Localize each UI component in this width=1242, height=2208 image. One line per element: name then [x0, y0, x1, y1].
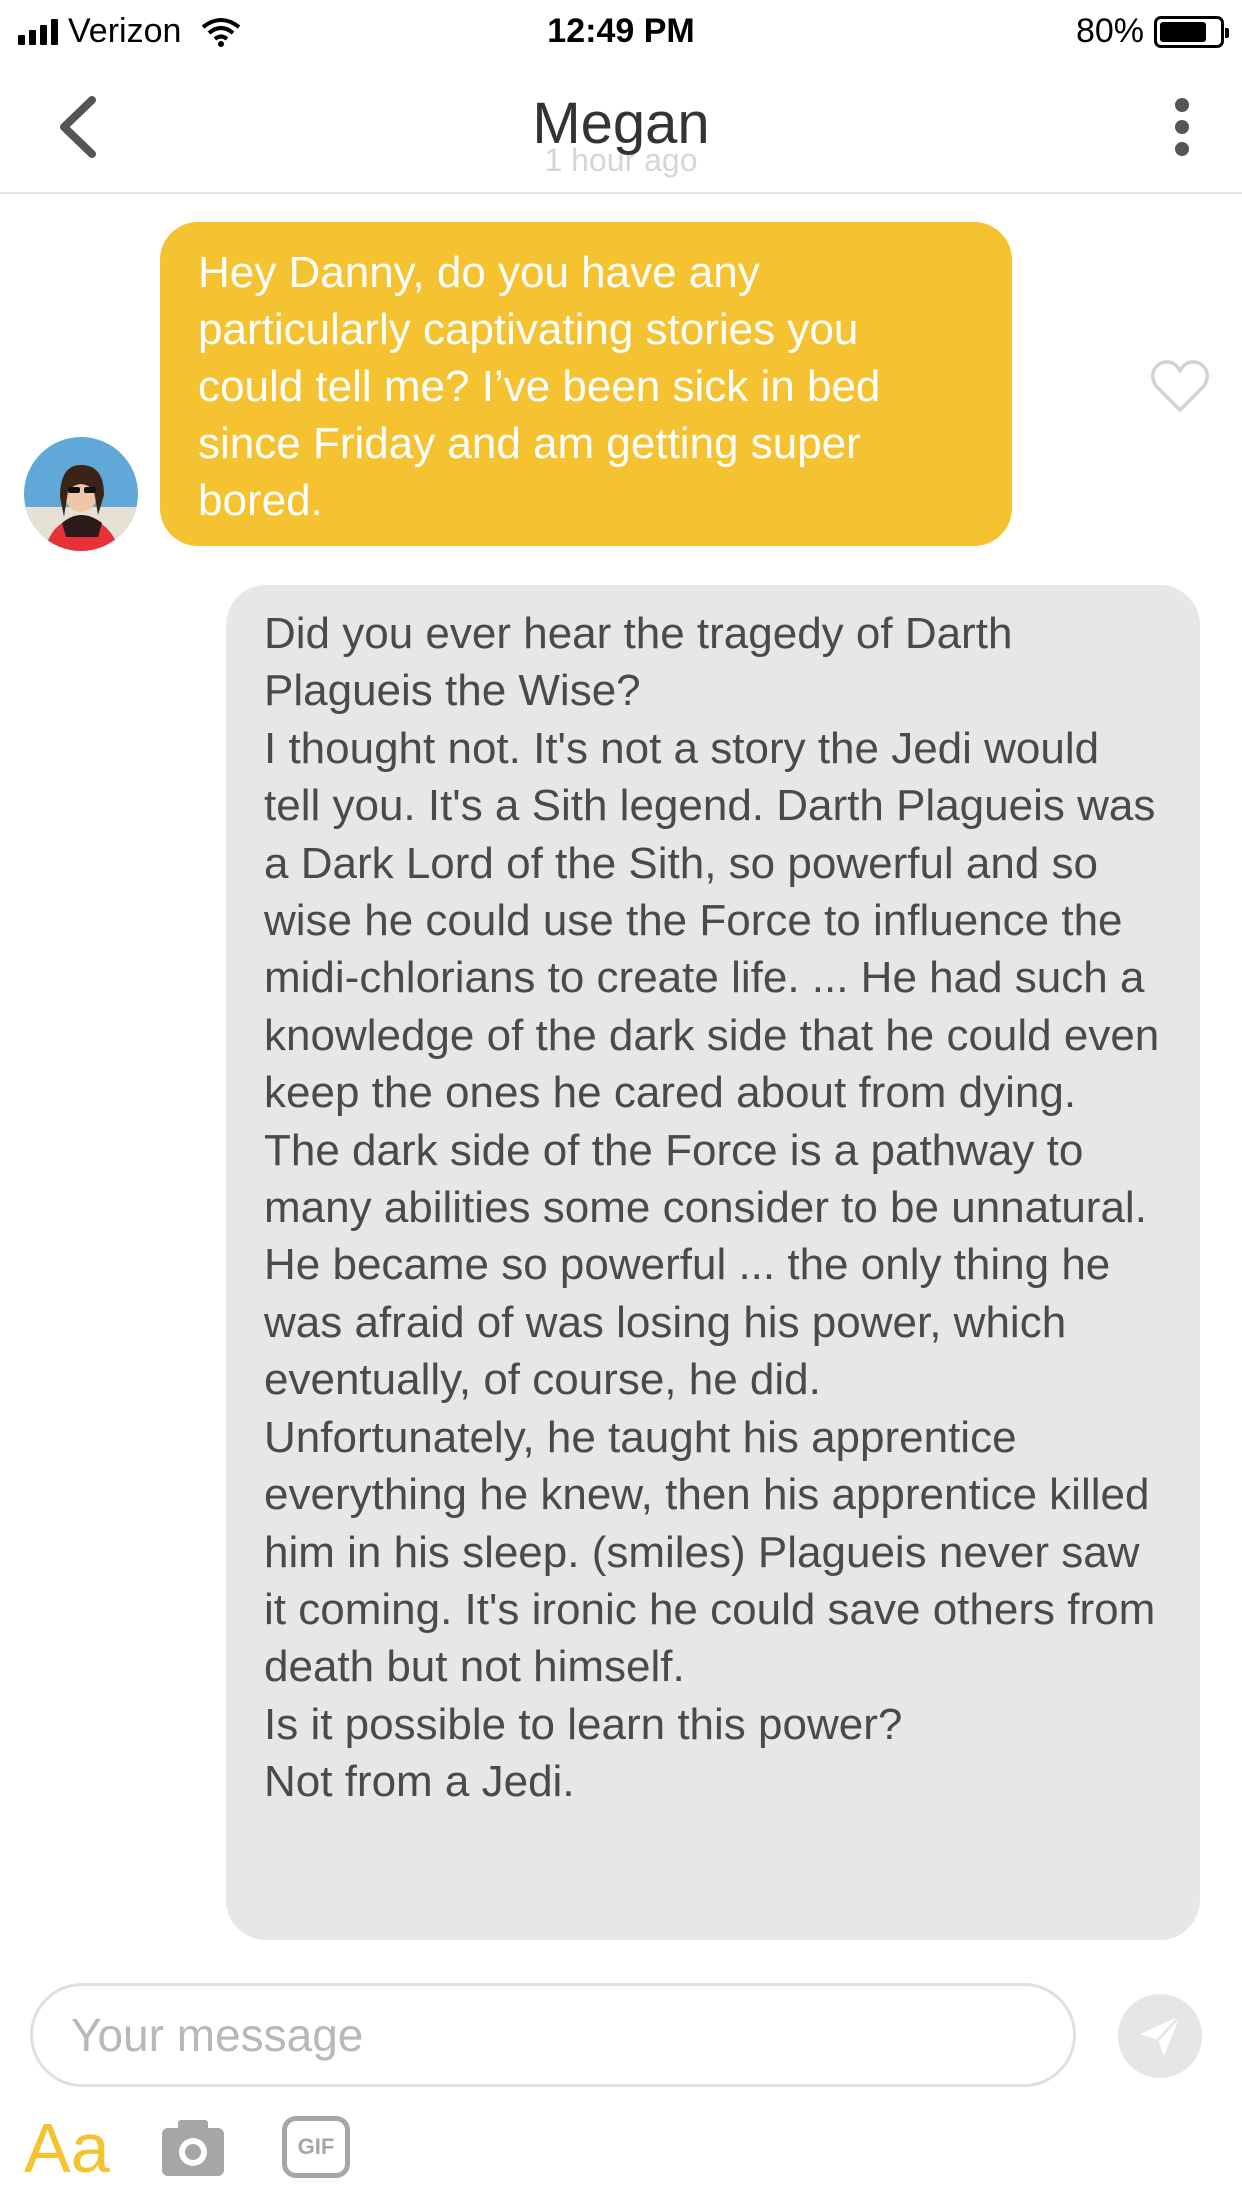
outgoing-message-bubble[interactable]: Hey Danny, do you have any particularly …: [160, 222, 1012, 546]
camera-icon: [162, 2120, 224, 2176]
outgoing-message-text: Hey Danny, do you have any particularly …: [198, 248, 881, 525]
avatar-image: [24, 437, 138, 551]
battery-percent: 80%: [1075, 12, 1144, 50]
status-right: 80%: [1075, 12, 1229, 51]
camera-button[interactable]: [160, 2116, 226, 2178]
message-input[interactable]: [71, 2008, 1035, 2062]
more-vertical-icon: [1175, 98, 1189, 112]
status-time: 12:49 PM: [547, 12, 695, 50]
text-style-button[interactable]: Aa: [24, 2108, 110, 2188]
send-button[interactable]: [1118, 1994, 1202, 2078]
battery-icon: [1154, 15, 1229, 48]
like-button[interactable]: [1150, 358, 1210, 414]
heart-icon: [1150, 360, 1210, 412]
message-line: Did you ever hear the tragedy of Darth P…: [264, 609, 1013, 716]
gif-button[interactable]: GIF: [282, 2116, 350, 2178]
composer-toolbar: Aa GIF: [0, 2100, 1242, 2208]
message-line: I thought not. It's not a story the Jedi…: [264, 723, 1160, 1118]
gif-label: GIF: [297, 2134, 335, 2159]
more-options-button[interactable]: [1162, 92, 1202, 162]
chat-header: 1 hour ago Megan: [0, 62, 1242, 194]
message-composer[interactable]: [30, 1983, 1076, 2087]
chat-screen: Verizon 12:49 PM 80% 1 hour ago Megan He…: [0, 0, 1242, 2208]
avatar[interactable]: [24, 437, 138, 551]
more-dot: [1175, 120, 1189, 134]
status-bar: Verizon 12:49 PM 80%: [0, 0, 1242, 62]
message-line: The dark side of the Force is a pathway …: [264, 1125, 1147, 1233]
paper-plane-icon: [1140, 2014, 1182, 2056]
page-title[interactable]: Megan: [0, 90, 1242, 157]
message-line: He became so powerful ... the only thing…: [264, 1240, 1111, 1405]
message-line: Unfortunately, he taught his apprentice …: [264, 1412, 1156, 1692]
incoming-message-bubble[interactable]: Did you ever hear the tragedy of Darth P…: [226, 585, 1200, 1940]
message-line: Not from a Jedi.: [264, 1757, 575, 1807]
battery-fill: [1160, 21, 1207, 42]
more-dot: [1175, 142, 1189, 156]
message-line: Is it possible to learn this power?: [264, 1699, 903, 1749]
